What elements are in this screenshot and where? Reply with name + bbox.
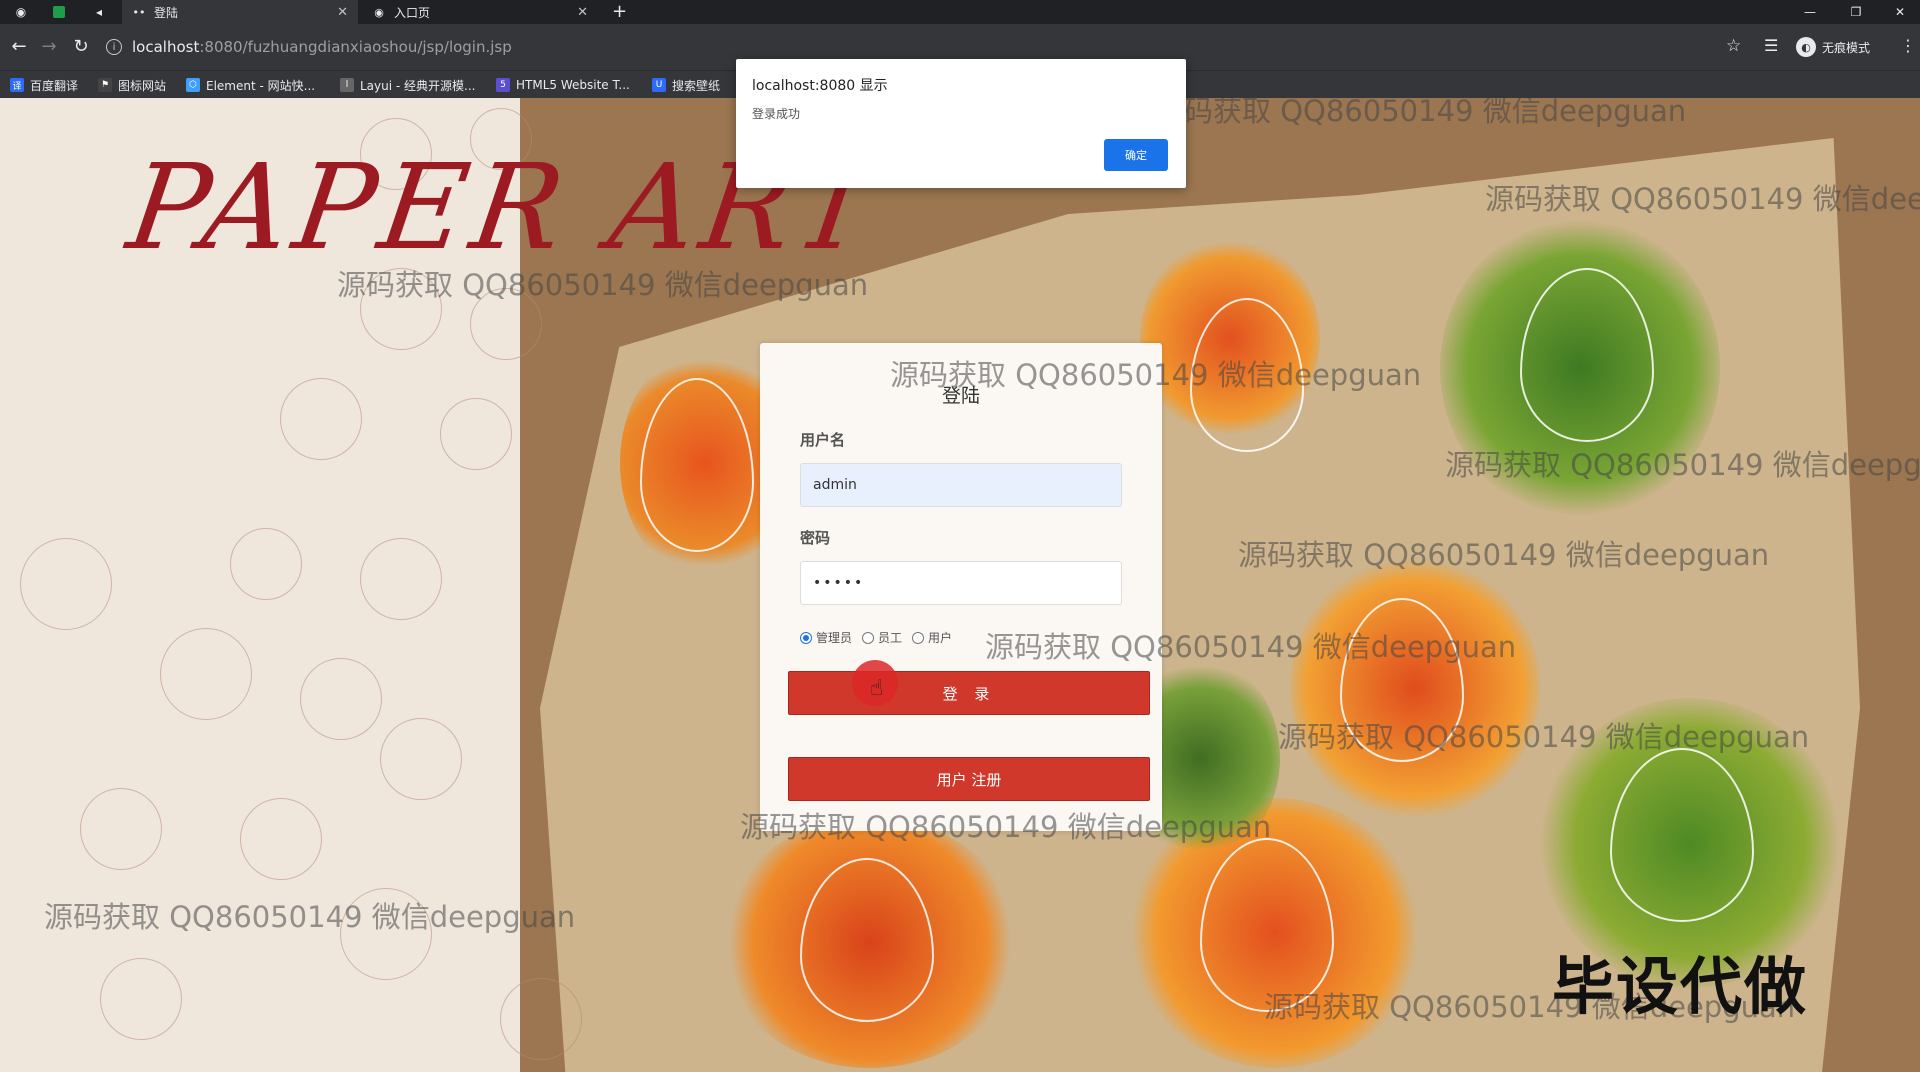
role-radio-admin[interactable]: 管理员 [800,629,852,646]
watermark-text: 源码获取 QQ86050149 微信deepguan [337,268,869,302]
dialog-title: localhost:8080 显示 [752,78,888,94]
bookmark-item[interactable]: 译 百度翻译 [10,71,78,99]
back-icon[interactable]: ← [8,36,30,57]
new-tab-button[interactable]: + [612,1,627,22]
loading-icon: •• [132,5,146,19]
reload-icon[interactable]: ↻ [70,36,92,57]
incognito-icon: ◐ [1796,37,1816,57]
forward-icon[interactable]: → [38,36,60,57]
username-label: 用户名 [800,431,846,449]
watermark-text: 源码获取 QQ86050149 微信deepguan [740,810,1272,844]
menu-icon[interactable]: ⋮ [1900,36,1916,55]
watermark-text: 源码获取 QQ86050149 微信deepguan [1238,538,1770,572]
minimize-icon[interactable]: — [1790,0,1830,24]
watermark-text: 源码获取 QQ86050149 微信deepguan [1278,720,1810,754]
radio-icon[interactable] [912,631,925,644]
watermark-text: 源码获取 QQ86050149 微信deepguan [890,358,1422,392]
password-label: 密码 [800,529,831,547]
radio-icon[interactable] [862,631,875,644]
login-button[interactable]: 登 录 [788,671,1150,715]
bookmark-item[interactable]: ⚑ 图标网站 [98,71,166,99]
close-icon[interactable]: ✕ [577,5,588,20]
tab-label: 入口页 [394,5,431,20]
incognito-label: 无痕模式 [1822,40,1871,55]
globe-icon: ◉ [374,5,384,19]
info-icon[interactable]: i [106,39,122,55]
restore-icon[interactable]: ❐ [1836,0,1876,24]
watermark-text: 源码获取 QQ86050149 微信deepguan [1445,448,1920,482]
register-button[interactable]: 用户 注册 [788,757,1150,801]
bookmark-item[interactable]: U 搜索壁纸 [652,71,720,99]
watermark-text: 源码获取 QQ86050149 微信deepguan [44,900,576,934]
page-body: PAPER ART 登陆 用户名 admin 密码 ••••• 管理员 员工 用… [0,98,1920,1072]
close-window-icon[interactable]: ✕ [1880,0,1920,24]
alert-dialog: localhost:8080 显示 登录成功 确定 [736,59,1186,188]
chrome-icon[interactable]: ◉ [10,2,32,22]
tab-bar: ◉ ◂ •• 登陆 ✕ ◉ 入口页 ✕ + — ❐ ✕ [0,0,1920,24]
role-radio-group: 管理员 员工 用户 [800,629,962,646]
hand-cursor-icon: ☝ [870,676,884,701]
watermark-text: 源码获取 QQ86050149 微信deepguan [1485,182,1920,216]
dialog-message: 登录成功 [752,107,801,121]
watermark-text: 源码获取 QQ86050149 微信deepguan [1155,98,1687,128]
wallpaper-icon: U [652,78,666,92]
layui-icon: l [340,78,354,92]
mute-icon[interactable]: ◂ [88,2,110,22]
bookmark-item[interactable]: l Layui - 经典开源模... [340,71,475,99]
url-path: :8080/fuzhuangdianxiaoshou/jsp/login.jsp [199,38,512,56]
tab-entry[interactable]: ◉ 入口页 ✕ [362,0,598,24]
translate-icon: 译 [10,78,24,92]
element-icon: ⬡ [186,78,200,92]
role-radio-user[interactable]: 用户 [912,629,952,646]
pinned-tab-icon[interactable] [48,2,70,22]
flag-icon: ⚑ [98,78,112,92]
tab-label: 登陆 [154,5,179,20]
role-radio-staff[interactable]: 员工 [862,629,902,646]
incognito-profile-button[interactable]: ◐ 无痕模式 [1796,34,1870,60]
tab-login[interactable]: •• 登陆 ✕ [122,0,358,24]
close-icon[interactable]: ✕ [337,5,348,20]
reading-list-icon[interactable]: ☰ [1764,36,1778,55]
bookmark-star-icon[interactable]: ☆ [1726,36,1741,56]
login-card: 登陆 用户名 admin 密码 ••••• 管理员 员工 用户 登 录 用户 注… [760,343,1162,831]
password-input[interactable]: ••••• [800,561,1122,605]
html5-icon: 5 [496,78,510,92]
bookmark-item[interactable]: 5 HTML5 Website T... [496,71,630,99]
watermark-text: 源码获取 QQ86050149 微信deepguan [985,630,1517,664]
username-input[interactable]: admin [800,463,1122,507]
url-host: localhost [132,38,200,56]
dialog-ok-button[interactable]: 确定 [1104,139,1168,171]
bookmark-item[interactable]: ⬡ Element - 网站快... [186,71,315,99]
stamp-text: 毕设代做 [1552,950,1809,1023]
radio-checked-icon[interactable] [800,631,812,644]
